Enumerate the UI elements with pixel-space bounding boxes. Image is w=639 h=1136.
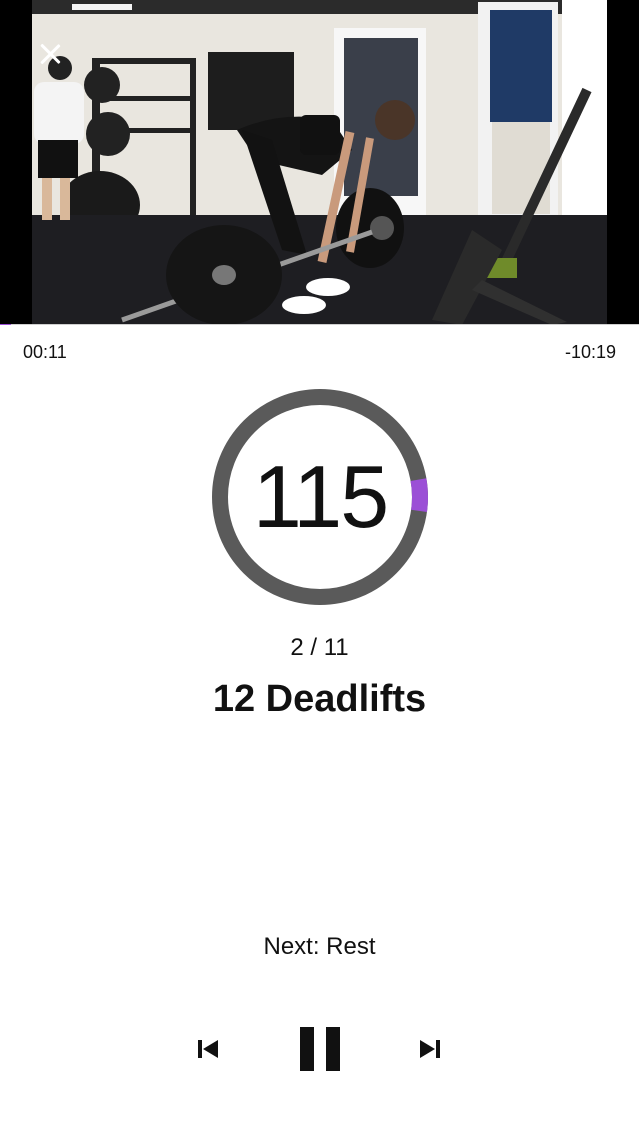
exercise-title: 12 Deadlifts (212, 678, 427, 720)
circle-button[interactable] (569, 37, 607, 75)
pause-icon (300, 1027, 340, 1071)
countdown-ring: 115 (210, 387, 430, 607)
video-progress-bar[interactable] (0, 324, 639, 325)
next-exercise: Next: Rest (263, 933, 376, 960)
exercise-counter: 2 / 11 (290, 634, 349, 661)
next-button[interactable] (418, 1037, 442, 1061)
workout-video-frame (32, 0, 607, 325)
close-button[interactable] (34, 38, 66, 70)
countdown-value: 115 (252, 447, 389, 546)
skip-next-icon (420, 1040, 440, 1058)
elapsed-time: 00:11 (23, 342, 67, 362)
remaining-time: -10:19 (564, 342, 616, 362)
video-player[interactable] (0, 0, 639, 325)
pause-button[interactable] (298, 1025, 342, 1073)
previous-button[interactable] (196, 1037, 220, 1061)
skip-previous-icon (198, 1040, 218, 1058)
video-progress-fill (0, 324, 11, 325)
